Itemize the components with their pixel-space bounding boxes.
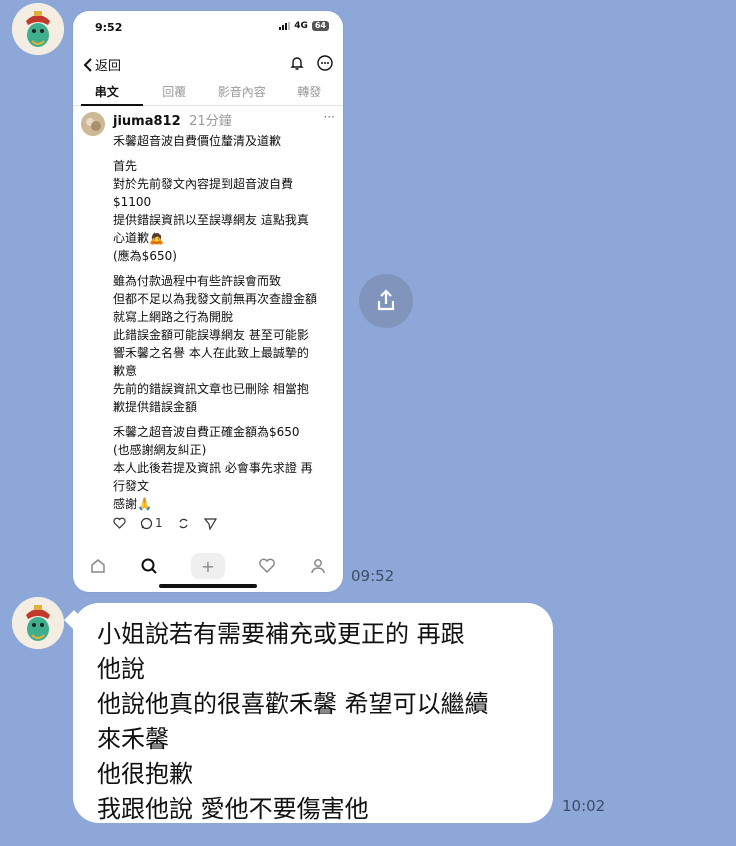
comment-icon[interactable]: [140, 517, 153, 530]
share-button[interactable]: [359, 274, 413, 328]
bell-icon[interactable]: [289, 55, 305, 71]
post-paragraph-2: 雖為付款過程中有些許誤會而致 但都不足以為我發文前無再次查證金額 就寫上網路之行…: [113, 274, 318, 414]
text-message-bubble[interactable]: 小姐說若有需要補充或更正的 再跟 他說 他說他真的很喜歡禾馨 希望可以繼續 來禾…: [64, 603, 553, 823]
message-timestamp: 09:52: [351, 567, 395, 585]
message-text: 小姐說若有需要補充或更正的 再跟 他說 他說他真的很喜歡禾馨 希望可以繼續 來禾…: [97, 620, 489, 823]
chevron-left-icon: [83, 57, 92, 72]
repost-icon[interactable]: [177, 517, 190, 530]
tab-reposts[interactable]: 轉發: [276, 83, 344, 105]
bubble-tail: [64, 610, 84, 630]
back-label: 返回: [95, 59, 122, 74]
sender-avatar[interactable]: [12, 3, 64, 55]
back-button[interactable]: 返回: [83, 55, 121, 74]
nav-bar: 返回: [83, 55, 333, 77]
home-indicator: [159, 584, 257, 588]
app-tab-bar: +: [73, 551, 343, 581]
profile-tabs: 串文 回覆 影音內容 轉發: [73, 83, 343, 105]
message-timestamp-2: 10:02: [562, 797, 606, 815]
new-post-button[interactable]: +: [190, 553, 225, 579]
post-actions: 1: [113, 516, 217, 530]
network-label: 4G: [294, 21, 308, 31]
post-avatar[interactable]: [81, 112, 105, 136]
search-icon[interactable]: [140, 557, 158, 575]
post-title: 禾馨超音波自費價位釐清及道歉: [113, 134, 282, 148]
shared-screenshot-image[interactable]: 9:52 4G 64 返回 串文 回覆 影音內容 轉發 jiuma812 21分…: [73, 11, 343, 592]
battery-icon: 64: [311, 21, 329, 31]
post-paragraph-1: 首先 對於先前發文內容提到超音波自費 $1100 提供錯誤資訊以至誤導網友 這點…: [113, 159, 309, 263]
phone-status-bar: 9:52 4G 64: [95, 21, 329, 35]
post-more-icon[interactable]: ···: [324, 110, 335, 124]
status-time: 9:52: [95, 21, 123, 34]
home-icon[interactable]: [89, 557, 107, 575]
signal-icon: [279, 22, 291, 30]
share-icon: [377, 289, 395, 311]
heart-tab-icon[interactable]: [258, 557, 276, 575]
post-paragraph-3: 禾馨之超音波自費正確金額為$650 (也感謝網友糾正) 本人此後若提及資訊 必會…: [113, 425, 313, 511]
post-time: 21分鐘: [189, 114, 232, 129]
tab-replies[interactable]: 回覆: [141, 83, 209, 105]
sender-avatar-2[interactable]: [12, 597, 64, 649]
heart-icon[interactable]: [113, 517, 126, 529]
tab-indicator: [81, 104, 143, 106]
post-body: 禾馨超音波自費價位釐清及道歉 首先 對於先前發文內容提到超音波自費 $1100 …: [113, 132, 335, 520]
post-username[interactable]: jiuma812: [113, 114, 181, 129]
more-icon[interactable]: [317, 55, 333, 71]
plus-icon: +: [201, 556, 215, 576]
tab-media[interactable]: 影音內容: [208, 83, 276, 105]
reply-count: 1: [155, 516, 163, 530]
send-icon[interactable]: [203, 517, 217, 530]
profile-icon[interactable]: [309, 557, 327, 575]
tab-threads[interactable]: 串文: [73, 83, 141, 105]
